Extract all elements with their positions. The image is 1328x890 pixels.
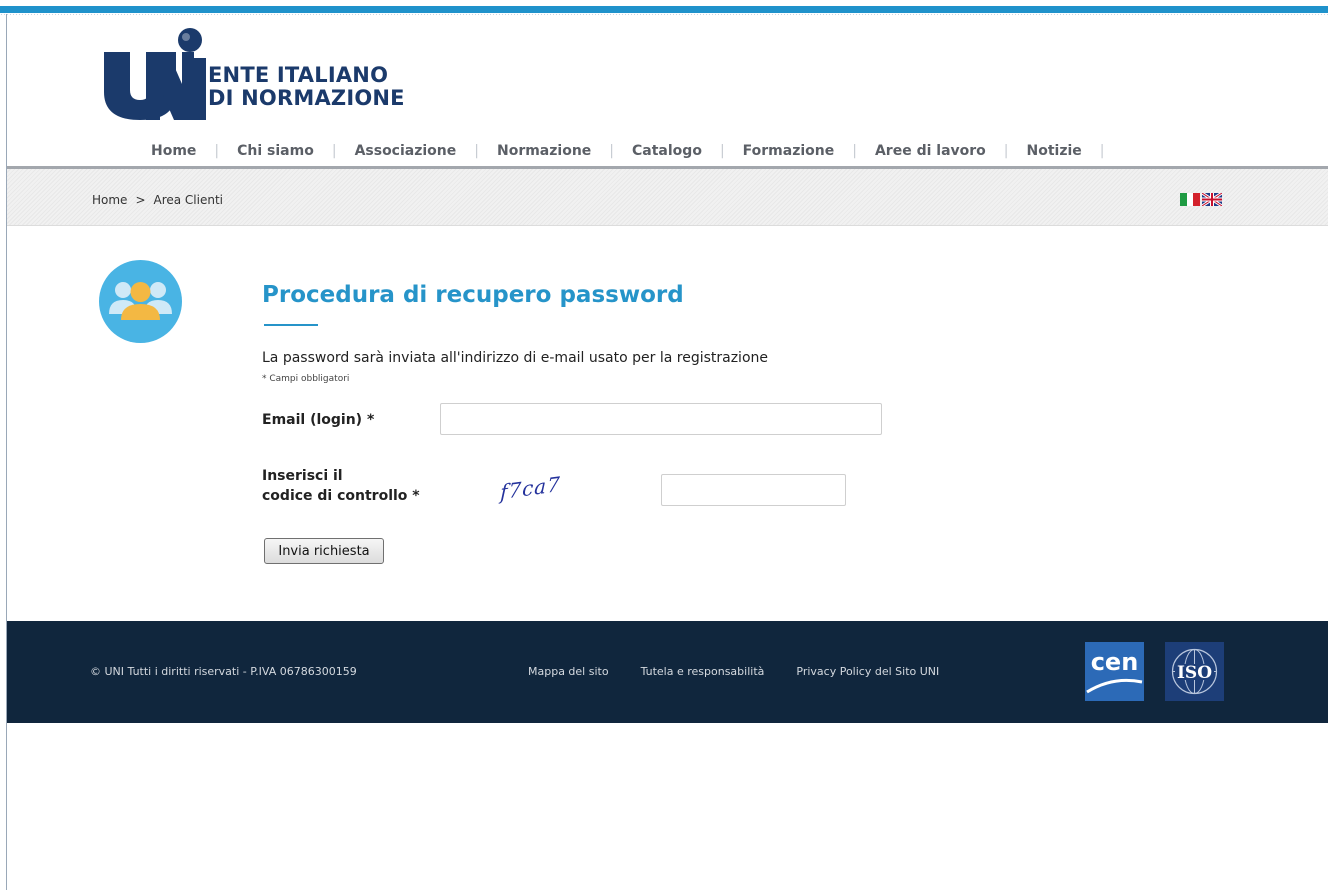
- top-dotted-strip: [0, 13, 1328, 16]
- nav-item-notizie[interactable]: Notizie: [1018, 143, 1091, 159]
- language-switcher: [1180, 193, 1222, 206]
- nav-separator: |: [719, 143, 725, 159]
- nav-item-formazione[interactable]: Formazione: [734, 143, 844, 159]
- copyright-text: © UNI Tutti i diritti riservati - P.IVA …: [90, 665, 357, 678]
- nav-separator: |: [852, 143, 857, 159]
- left-border: [6, 14, 7, 890]
- logo-line-1: ENTE ITALIANO: [208, 63, 389, 87]
- required-fields-note: * Campi obbligatori: [262, 374, 350, 384]
- cen-logo[interactable]: cen: [1085, 642, 1144, 701]
- uk-flag-icon[interactable]: [1202, 193, 1222, 206]
- nav-separator: |: [1099, 143, 1105, 159]
- nav-item-home[interactable]: Home: [142, 143, 205, 159]
- iso-logo[interactable]: ISO: [1165, 642, 1224, 701]
- nav-item-aree-di-lavoro[interactable]: Aree di lavoro: [866, 143, 995, 159]
- cen-logo-text: cen: [1091, 648, 1139, 676]
- nav-separator: |: [609, 143, 615, 159]
- page-title: Procedura di recupero password: [262, 282, 684, 308]
- main-navigation: Home | Chi siamo | Associazione | Normaz…: [142, 140, 1114, 162]
- nav-item-chi-siamo[interactable]: Chi siamo: [228, 143, 323, 159]
- top-accent-bar: [0, 6, 1328, 13]
- uni-logo[interactable]: ENTE ITALIANO DI NORMAZIONE: [102, 28, 432, 122]
- iso-logo-text: ISO: [1177, 663, 1212, 683]
- nav-separator: |: [331, 143, 337, 159]
- captcha-input[interactable]: [661, 474, 846, 506]
- nav-separator: |: [474, 143, 479, 159]
- logo-wordmark: ENTE ITALIANO DI NORMAZIONE: [208, 64, 405, 110]
- captcha-label: Inserisci il codice di controllo *: [262, 466, 432, 506]
- nav-item-normazione[interactable]: Normazione: [488, 143, 600, 159]
- footer-link-privacy-policy[interactable]: Privacy Policy del Sito UNI: [796, 665, 939, 678]
- captcha-image: f7ca7: [500, 470, 620, 506]
- footer-link-site-map[interactable]: Mappa del sito: [528, 665, 609, 678]
- captcha-text: f7ca7: [499, 471, 562, 505]
- breadcrumb-current: Area Clienti: [153, 193, 224, 207]
- footer-links: Mappa del sito Tutela e responsabilità P…: [528, 665, 939, 678]
- captcha-label-line-1: Inserisci il: [262, 468, 343, 484]
- logo-line-2: DI NORMAZIONE: [208, 86, 405, 110]
- clients-group-icon: [99, 260, 182, 343]
- title-underline: [264, 324, 318, 326]
- footer-link-legal[interactable]: Tutela e responsabilità: [641, 665, 765, 678]
- uni-logo-mark-icon: [104, 28, 206, 120]
- breadcrumb-separator: >: [135, 193, 146, 207]
- captcha-label-line-2: codice di controllo *: [262, 488, 420, 504]
- nav-item-associazione[interactable]: Associazione: [346, 143, 466, 159]
- italy-flag-icon[interactable]: [1180, 193, 1201, 206]
- nav-separator: |: [1003, 143, 1009, 159]
- nav-separator: |: [214, 143, 220, 159]
- submit-request-button[interactable]: Invia richiesta: [264, 538, 384, 564]
- nav-item-catalogo[interactable]: Catalogo: [623, 143, 711, 159]
- email-input[interactable]: [440, 403, 882, 435]
- intro-text: La password sarà inviata all'indirizzo d…: [262, 350, 769, 366]
- breadcrumb: Home > Area Clienti: [92, 193, 223, 207]
- breadcrumb-home-link[interactable]: Home: [92, 193, 127, 207]
- email-label: Email (login) *: [262, 412, 375, 428]
